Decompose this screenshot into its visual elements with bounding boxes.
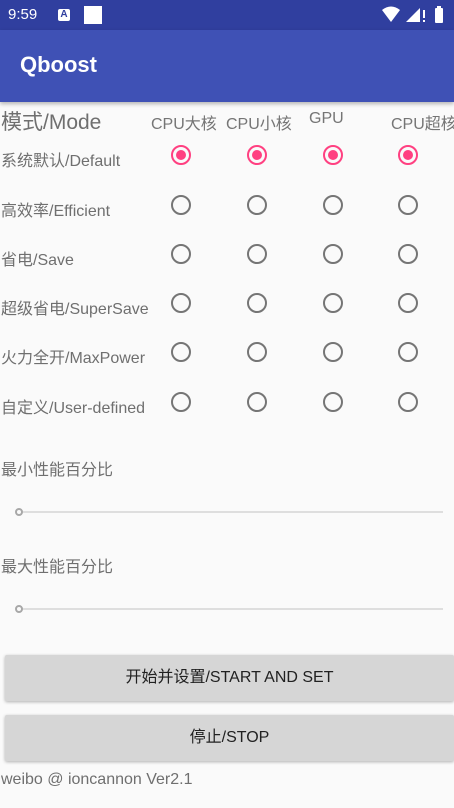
radio-supersave-cpu-super[interactable] [398, 293, 418, 313]
radio-save-cpu-little[interactable] [247, 244, 267, 264]
radio-maxpower-cpu-little[interactable] [247, 342, 267, 362]
start-and-set-button[interactable]: 开始并设置/START AND SET [5, 655, 454, 701]
signal-icon [406, 8, 425, 22]
radio-efficient-cpu-big[interactable] [171, 195, 191, 215]
max-perf-seekbar-thumb[interactable] [15, 605, 23, 613]
max-perf-label: 最大性能百分比 [1, 559, 114, 576]
row-label-save: 省电/Save [1, 252, 74, 269]
row-label-user-defined: 自定义/User-defined [1, 400, 146, 417]
min-perf-label: 最小性能百分比 [1, 462, 114, 479]
radio-supersave-gpu[interactable] [323, 293, 343, 313]
radio-efficient-cpu-little[interactable] [247, 195, 267, 215]
row-label-default: 系统默认/Default [1, 153, 121, 170]
column-header-cpu-little: CPU小核 [226, 116, 292, 133]
radio-efficient-cpu-super[interactable] [398, 195, 418, 215]
status-icons [382, 6, 446, 24]
radio-save-gpu[interactable] [323, 244, 343, 264]
radio-user-defined-cpu-big[interactable] [171, 392, 191, 412]
radio-efficient-gpu[interactable] [323, 195, 343, 215]
wifi-icon [382, 6, 400, 22]
radio-supersave-cpu-big[interactable] [171, 293, 191, 313]
radio-default-cpu-big[interactable] [171, 145, 191, 165]
radio-default-cpu-super[interactable] [398, 145, 418, 165]
footer-credit: weibo @ ioncannon Ver2.1 [1, 771, 193, 788]
radio-supersave-cpu-little[interactable] [247, 293, 267, 313]
radio-maxpower-cpu-super[interactable] [398, 342, 418, 362]
column-header-cpu-super: CPU超核 [391, 116, 454, 133]
square-icon [84, 6, 102, 24]
app-title: Qboost [20, 52, 97, 77]
radio-default-gpu[interactable] [323, 145, 343, 165]
radio-user-defined-cpu-super[interactable] [398, 392, 418, 412]
radio-maxpower-gpu[interactable] [323, 342, 343, 362]
status-bar: 9:59 A [0, 0, 454, 30]
radio-user-defined-gpu[interactable] [323, 392, 343, 412]
min-perf-seekbar-thumb[interactable] [15, 508, 23, 516]
row-label-efficient: 高效率/Efficient [1, 203, 111, 220]
a-icon: A [58, 9, 70, 21]
radio-maxpower-cpu-big[interactable] [171, 342, 191, 362]
column-header-gpu: GPU [309, 110, 344, 127]
row-label-maxpower: 火力全开/MaxPower [1, 350, 146, 367]
battery-icon [435, 6, 443, 23]
radio-save-cpu-big[interactable] [171, 244, 191, 264]
status-time: 9:59 [8, 6, 38, 23]
stop-button[interactable]: 停止/STOP [5, 715, 454, 761]
row-label-supersave: 超级省电/SuperSave [1, 301, 149, 318]
min-perf-seekbar[interactable] [17, 511, 443, 513]
max-perf-seekbar[interactable] [17, 608, 443, 610]
column-header-cpu-big: CPU大核 [151, 116, 217, 133]
radio-save-cpu-super[interactable] [398, 244, 418, 264]
app-bar: Qboost [0, 30, 454, 102]
radio-user-defined-cpu-little[interactable] [247, 392, 267, 412]
radio-default-cpu-little[interactable] [247, 145, 267, 165]
mode-header: 模式/Mode [1, 111, 102, 134]
